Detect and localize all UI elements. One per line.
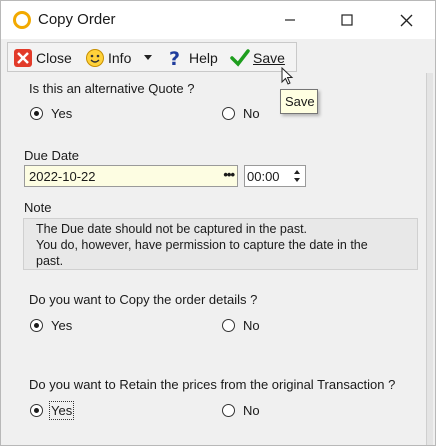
note-line: The Due date should not be captured in t… [36, 222, 308, 236]
title-bar[interactable]: Copy Order [1, 1, 435, 39]
copy-details-yes-radio[interactable]: Yes [30, 318, 72, 333]
radio-unselected-icon [222, 319, 235, 332]
checkmark-icon [230, 48, 250, 67]
due-time-value: 00:00 [247, 169, 280, 184]
maximize-button[interactable] [318, 1, 376, 39]
radio-selected-icon [30, 107, 43, 120]
note-line: past. [36, 254, 64, 268]
copy-details-question: Do you want to Copy the order details ? [29, 292, 258, 307]
save-tooltip: Save [280, 89, 318, 114]
time-spinner-icon[interactable] [292, 167, 302, 185]
info-smiley-icon [86, 48, 104, 67]
close-window-button[interactable] [377, 1, 435, 39]
close-button[interactable]: Close [13, 46, 72, 69]
note-line: You do, however, have permission to capt… [36, 238, 368, 252]
save-button-label: Save [253, 49, 285, 66]
minimize-button[interactable] [261, 1, 319, 39]
help-question-icon: ? [169, 48, 180, 68]
radio-label: No [243, 318, 260, 333]
alt-quote-question: Is this an alternative Quote ? [29, 81, 195, 96]
help-button-label: Help [189, 49, 218, 66]
radio-selected-icon [30, 319, 43, 332]
note-label: Note [24, 200, 52, 215]
retain-prices-question: Do you want to Retain the prices from th… [29, 377, 396, 392]
maximize-icon [341, 14, 353, 26]
chevron-down-icon [144, 54, 152, 60]
info-button-label: Info [108, 49, 132, 66]
info-button[interactable]: Info [85, 46, 131, 69]
due-date-label: Due Date [24, 148, 79, 163]
copy-order-window: Copy Order Close Info ? Help Save Save I… [0, 0, 436, 446]
toolbar: Close Info ? Help Save [7, 42, 297, 72]
help-button[interactable]: ? Help [166, 46, 218, 69]
radio-selected-icon [30, 404, 43, 417]
window-title: Copy Order [38, 11, 116, 28]
app-icon [13, 11, 31, 29]
radio-label: No [243, 106, 260, 121]
save-button[interactable]: Save [230, 46, 285, 69]
radio-label: Yes [48, 401, 75, 420]
close-icon [400, 14, 412, 26]
minimize-icon [285, 19, 295, 21]
copy-details-no-radio[interactable]: No [222, 318, 260, 333]
info-dropdown-arrow[interactable] [143, 46, 153, 69]
mouse-cursor-icon [281, 67, 294, 85]
close-red-icon [14, 48, 32, 67]
alt-quote-yes-radio[interactable]: Yes [30, 106, 72, 121]
svg-text:?: ? [169, 48, 180, 68]
note-box: The Due date should not be captured in t… [23, 218, 418, 270]
due-time-input[interactable]: 00:00 [244, 165, 306, 187]
radio-unselected-icon [222, 107, 235, 120]
date-picker-button[interactable]: ••• [223, 167, 235, 182]
retain-prices-yes-radio[interactable]: Yes [30, 401, 75, 420]
radio-label: No [243, 403, 260, 418]
radio-label: Yes [51, 318, 73, 333]
radio-unselected-icon [222, 404, 235, 417]
scrollbar-track[interactable] [426, 73, 433, 445]
due-date-input[interactable]: 2022-10-22 ••• [24, 165, 238, 187]
retain-prices-no-radio[interactable]: No [222, 403, 260, 418]
alt-quote-no-radio[interactable]: No [222, 106, 260, 121]
close-button-label: Close [36, 49, 72, 66]
radio-label: Yes [51, 106, 73, 121]
due-date-value: 2022-10-22 [29, 169, 96, 184]
